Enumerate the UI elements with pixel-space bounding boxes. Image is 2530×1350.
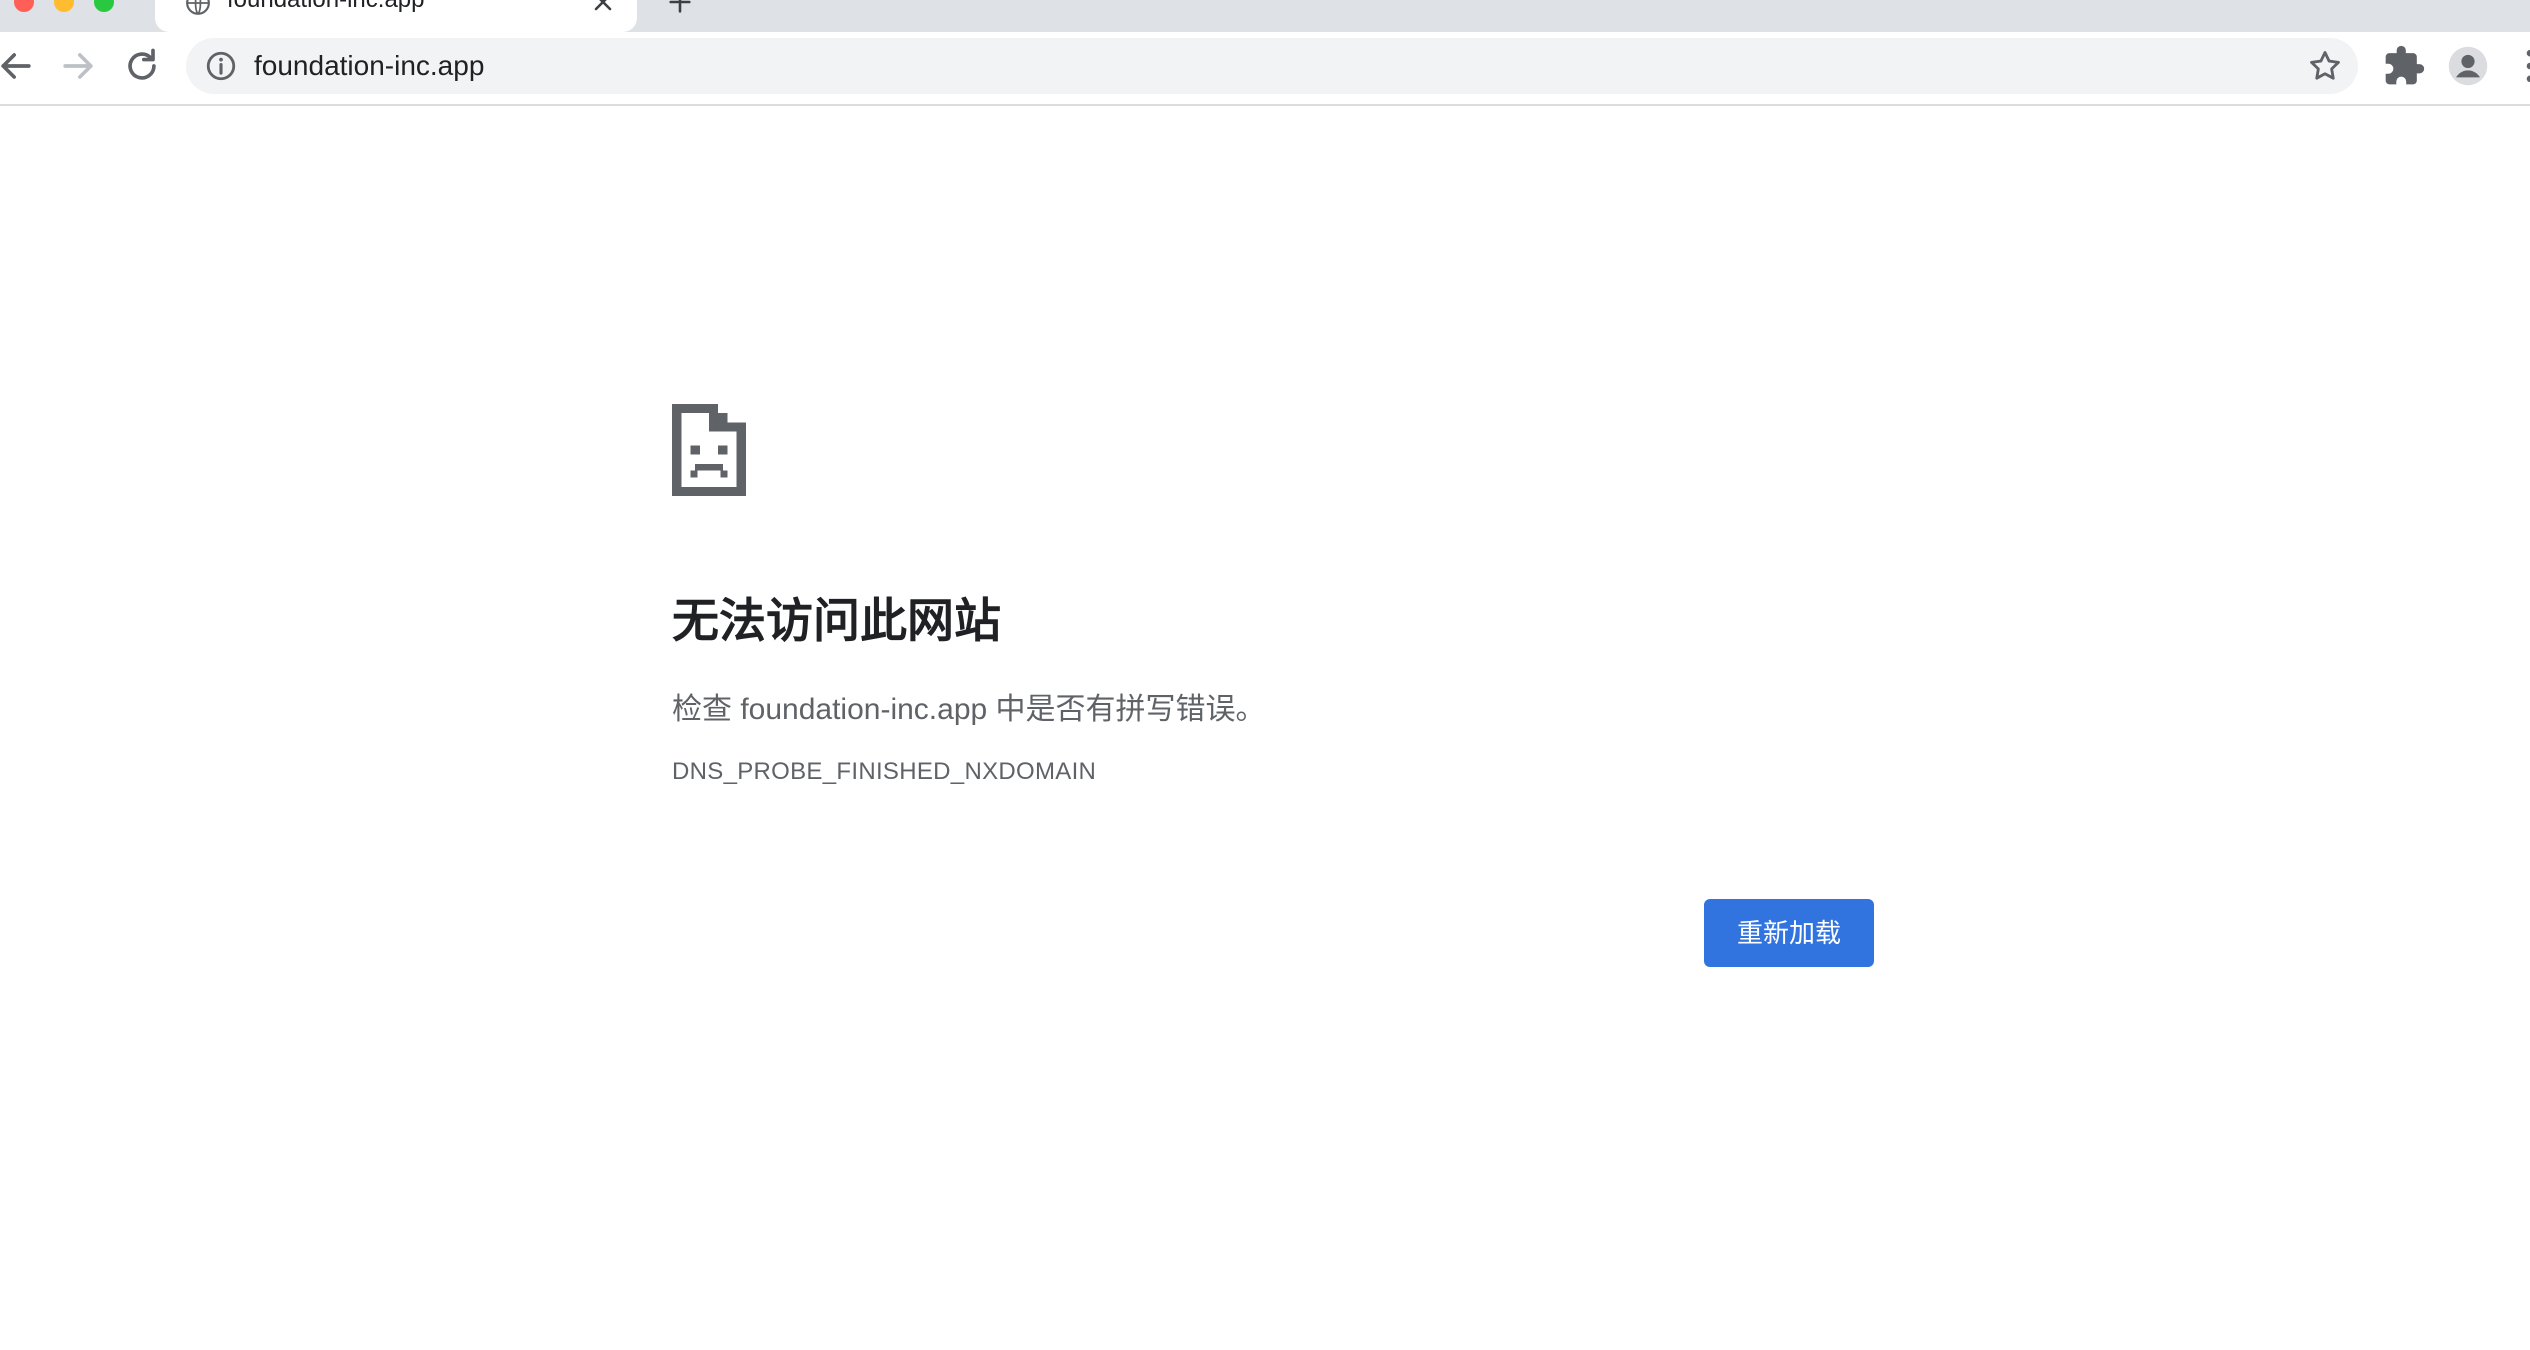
window-maximize-button[interactable]	[94, 0, 114, 12]
address-url[interactable]: foundation-inc.app	[254, 38, 484, 94]
address-bar[interactable]: foundation-inc.app	[186, 38, 2358, 94]
globe-icon	[186, 0, 210, 15]
tab-strip: foundation-inc.app	[0, 0, 2530, 32]
sad-document-icon	[672, 404, 746, 496]
page-content: 无法访问此网站 检查 foundation-inc.app 中是否有拼写错误。 …	[0, 106, 2530, 1350]
error-title: 无法访问此网站	[672, 594, 1001, 647]
star-icon[interactable]	[2306, 47, 2344, 85]
error-code: DNS_PROBE_FINISHED_NXDOMAIN	[672, 758, 1097, 785]
reload-icon[interactable]	[120, 44, 164, 88]
close-icon[interactable]	[589, 0, 617, 16]
kebab-menu-icon[interactable]	[2508, 44, 2530, 88]
arrow-right-icon[interactable]	[56, 44, 100, 88]
browser-toolbar: foundation-inc.app	[0, 32, 2530, 106]
window-minimize-button[interactable]	[54, 0, 74, 12]
account-icon[interactable]	[2446, 44, 2490, 88]
window-close-button[interactable]	[14, 0, 34, 12]
tab-active[interactable]: foundation-inc.app	[155, 0, 637, 32]
error-description: 检查 foundation-inc.app 中是否有拼写错误。	[672, 693, 1266, 726]
puzzle-icon[interactable]	[2382, 44, 2426, 88]
tab-title: foundation-inc.app	[227, 0, 424, 14]
info-icon[interactable]	[204, 49, 238, 83]
reload-button[interactable]: 重新加载	[1704, 899, 1874, 967]
new-tab-icon[interactable]	[666, 0, 694, 16]
arrow-left-icon[interactable]	[0, 44, 38, 88]
